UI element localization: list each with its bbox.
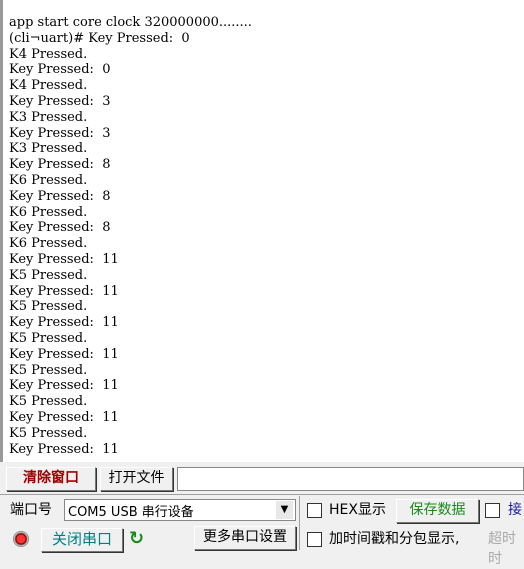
chevron-down-icon[interactable]: ▼ <box>276 501 293 519</box>
terminal-line: K5 Pressed. <box>9 299 88 315</box>
terminal-line: Key Pressed: 11 <box>9 441 119 457</box>
port-select[interactable]: COM5 USB 串行设备 ▼ <box>64 499 296 521</box>
terminal-line: K3 Pressed. <box>9 109 88 125</box>
terminal-line: K5 Pressed. <box>9 362 88 378</box>
file-path-input[interactable] <box>177 467 524 491</box>
timeout-label: 超时时 <box>488 531 516 567</box>
terminal-line: Key Pressed: 11 <box>9 251 119 267</box>
terminal-line: Key Pressed: 11 <box>9 315 119 331</box>
cut-off-line: ‾ ‾ ‾ ‾ ‾ ‾ ‾ <box>9 0 79 4</box>
receive-window[interactable]: ‾ ‾ ‾ ‾ ‾ ‾ ‾ app start core clock 32000… <box>0 0 524 462</box>
terminal-line: K3 Pressed. <box>9 141 88 157</box>
terminal-line: K5 Pressed. <box>9 330 88 346</box>
clear-window-button[interactable]: 清除窗口 <box>6 467 96 491</box>
terminal-line: Key Pressed: 11 <box>9 409 119 425</box>
timestamp-label: 加时间戳和分包显示, <box>329 531 460 547</box>
open-file-button[interactable]: 打开文件 <box>100 467 173 491</box>
port-label: 端口号 <box>10 502 52 518</box>
terminal-line: Key Pressed: 11 <box>9 346 119 362</box>
terminal-line: K4 Pressed. <box>9 46 88 62</box>
terminal-line: Key Pressed: 3 <box>9 125 111 141</box>
terminal-line: K5 Pressed. <box>9 425 88 441</box>
terminal-line: Key Pressed: 8 <box>9 188 111 204</box>
timestamp-checkbox[interactable] <box>307 532 322 547</box>
terminal-line: Key Pressed: 8 <box>9 157 111 173</box>
terminal-line: K6 Pressed. <box>9 204 88 220</box>
terminal-line: Key Pressed: 11 <box>9 378 119 394</box>
recv-checkbox[interactable] <box>485 503 500 518</box>
terminal-output: app start core clock 320000000........ (c… <box>9 15 252 457</box>
more-settings-button[interactable]: 更多串口设置 <box>194 526 296 550</box>
terminal-line: K4 Pressed. <box>9 78 88 94</box>
port-select-value: COM5 USB 串行设备 <box>68 505 194 520</box>
port-status-led-icon <box>13 531 29 547</box>
terminal-line: K5 Pressed. <box>9 394 88 410</box>
terminal-line: Key Pressed: 3 <box>9 93 111 109</box>
close-port-button[interactable]: 关闭串口 <box>41 528 123 552</box>
save-data-button[interactable]: 保存数据 <box>396 499 479 523</box>
refresh-icon[interactable]: ↻ <box>129 528 144 549</box>
hex-display-label: HEX显示 <box>329 502 386 518</box>
terminal-line: Key Pressed: 0 <box>9 62 111 78</box>
terminal-line: K5 Pressed. <box>9 267 88 283</box>
hex-display-checkbox[interactable] <box>307 503 322 518</box>
recv-label: 接 <box>508 502 522 518</box>
terminal-line: Key Pressed: 8 <box>9 220 111 236</box>
terminal-line: app start core clock 320000000........ <box>9 15 252 30</box>
terminal-line: K6 Pressed. <box>9 236 88 252</box>
terminal-line: (cli¬uart)# Key Pressed: 0 <box>9 30 190 46</box>
terminal-line: Key Pressed: 11 <box>9 283 119 299</box>
terminal-line: K6 Pressed. <box>9 172 88 188</box>
